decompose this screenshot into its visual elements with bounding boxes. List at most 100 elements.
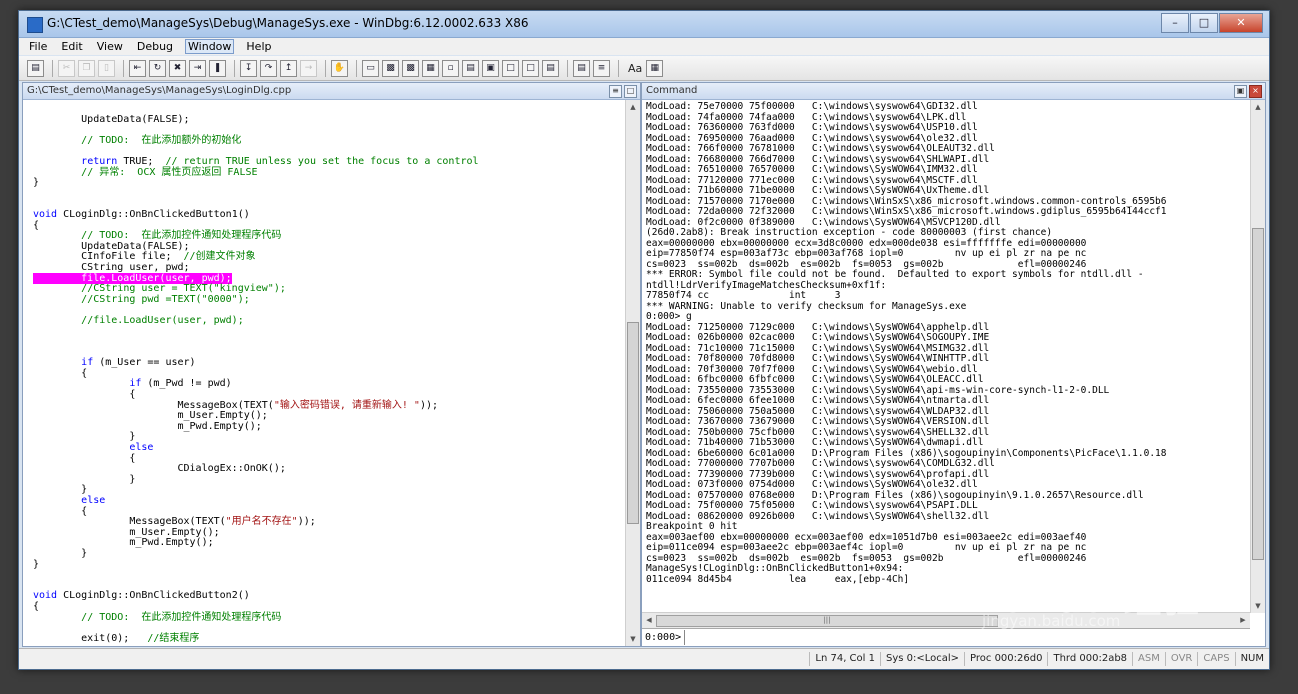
options-icon[interactable]: ▦ [646, 59, 664, 77]
source-mode-toggle-icon[interactable]: ▤ [573, 59, 590, 77]
step-into-icon[interactable]: ↧ [240, 59, 257, 77]
command-output-line: *** WARNING: Unable to verify checksum f… [646, 300, 967, 312]
minimize-button[interactable]: – [1161, 13, 1189, 33]
source-file-path: G:\CTest_demo\ManageSys\ManageSys\LoginD… [27, 85, 292, 96]
scroll-right-arrow-icon[interactable]: ▶ [1236, 613, 1250, 627]
command-output-line: 0:000> g [646, 311, 692, 322]
registers-window-icon[interactable]: ▦ [422, 59, 439, 77]
command-output-line: ModLoad: 77000000 7707b000 C:\windows\sy… [646, 458, 995, 469]
source-line: else [81, 494, 106, 506]
command-output-line: ModLoad: 766f0000 76781000 C:\windows\sy… [646, 143, 995, 154]
processes-threads-icon[interactable]: □ [522, 59, 539, 77]
scratch-pad-icon[interactable]: □ [502, 59, 519, 77]
scrollbar-thumb[interactable]: ||| [656, 615, 998, 627]
command-output-line: ModLoad: 6fbc0000 6fbfc000 C:\windows\Sy… [646, 374, 984, 385]
source-line [33, 337, 625, 348]
source-line: // TODO: 在此添加额外的初始化 [81, 134, 242, 146]
command-output-line: ModLoad: 71b60000 71be0000 C:\windows\Sy… [646, 185, 990, 196]
scroll-down-arrow-icon[interactable]: ▼ [1251, 599, 1265, 613]
scroll-down-arrow-icon[interactable]: ▼ [626, 632, 640, 646]
scroll-left-arrow-icon[interactable]: ◀ [642, 613, 656, 627]
menu-debug[interactable]: Debug [135, 40, 175, 53]
scroll-up-arrow-icon[interactable]: ▲ [626, 100, 640, 114]
status-cell: ASM [1132, 652, 1165, 666]
command-output-line: (26d0.2ab8): Break instruction exception… [646, 227, 1053, 238]
command-output-line: ModLoad: 70f80000 70fd8000 C:\windows\Sy… [646, 353, 990, 364]
title-bar[interactable]: G:\CTest_demo\ManageSys\Debug\ManageSys.… [19, 11, 1269, 38]
copy-icon[interactable]: ❐ [78, 59, 95, 77]
command-output-line: ModLoad: 72da0000 72f32000 C:\windows\Wi… [646, 206, 1167, 217]
command-output-line: 77850f74 cc int 3 [646, 290, 841, 301]
command-output-line: ModLoad: 75f00000 75f05000 C:\windows\sy… [646, 500, 978, 511]
windbg-app-icon [27, 17, 43, 33]
call-stack-window-icon[interactable]: ▤ [462, 59, 479, 77]
source-window: G:\CTest_demo\ManageSys\ManageSys\LoginD… [22, 82, 641, 647]
scrollbar-thumb[interactable] [1252, 228, 1264, 560]
menu-window[interactable]: Window [185, 39, 235, 54]
command-window-header: Command ▣ × [642, 83, 1265, 100]
source-line: } [33, 558, 40, 570]
command-output[interactable]: ModLoad: 75e70000 75f00000 C:\windows\sy… [642, 100, 1250, 612]
font-toggle-button[interactable]: Aa [628, 62, 642, 75]
source-line: } [33, 484, 88, 496]
command-output-line: ModLoad: 75e70000 75f00000 C:\windows\sy… [646, 101, 978, 112]
watch-window-icon[interactable]: ▩ [382, 59, 399, 77]
status-cell: Thrd 000:2ab8 [1047, 652, 1132, 666]
source-line: } [33, 473, 136, 485]
break-icon[interactable]: ❚ [209, 59, 226, 77]
menu-bar: File Edit View Debug Window Help [19, 38, 1269, 55]
command-input[interactable] [685, 631, 1250, 644]
source-window-menu-icon[interactable]: ≡ [609, 85, 622, 98]
step-out-icon[interactable]: ↥ [280, 59, 297, 77]
command-window-title: Command [646, 85, 698, 96]
step-over-icon[interactable]: ↷ [260, 59, 277, 77]
command-output-line: ModLoad: 073f0000 0754d000 C:\windows\Sy… [646, 479, 978, 490]
source-mode-icon[interactable]: ▤ [542, 59, 559, 77]
status-cell: CAPS [1197, 652, 1234, 666]
source-window-header: G:\CTest_demo\ManageSys\ManageSys\LoginD… [23, 83, 640, 100]
command-output-line: ModLoad: 76510000 76570000 C:\windows\Sy… [646, 164, 978, 175]
source-line: CString user, pwd; [33, 261, 190, 273]
menu-view[interactable]: View [95, 40, 125, 53]
source-vertical-scrollbar[interactable]: ▲ ▼ [625, 100, 640, 646]
detach-icon[interactable]: ⇥ [189, 59, 206, 77]
source-line: UpdateData(FALSE); [33, 113, 190, 125]
run-to-cursor-icon[interactable]: → [300, 59, 317, 77]
status-cell: Ln 74, Col 1 [809, 652, 880, 666]
source-line: void CLoginDlg::OnBnClickedButton2() [33, 590, 250, 602]
menu-file[interactable]: File [27, 40, 49, 53]
source-line: void CLoginDlg::OnBnClickedButton1() [33, 208, 250, 220]
window-title: G:\CTest_demo\ManageSys\Debug\ManageSys.… [47, 16, 529, 30]
command-output-line: ModLoad: 71b40000 71b53000 C:\windows\Sy… [646, 437, 984, 448]
source-line [33, 189, 625, 200]
binary-display-icon[interactable]: ≡ [593, 59, 610, 77]
paste-icon[interactable]: ▯ [98, 59, 115, 77]
command-window-dock-icon[interactable]: ▣ [1234, 85, 1247, 98]
command-window-icon[interactable]: ▭ [362, 59, 379, 77]
source-line [33, 326, 625, 337]
source-line: //file.LoadUser(user, pwd); [81, 314, 244, 326]
source-window-restore-icon[interactable]: □ [624, 85, 637, 98]
scroll-up-arrow-icon[interactable]: ▲ [1251, 100, 1265, 114]
scrollbar-thumb[interactable] [627, 322, 639, 524]
command-output-line: ModLoad: 6fec0000 6fee1000 C:\windows\Sy… [646, 395, 990, 406]
breakpoint-hand-icon[interactable]: ✋ [331, 59, 348, 77]
stop-debugging-icon[interactable]: ✖ [169, 59, 186, 77]
command-vertical-scrollbar[interactable]: ▲ ▼ [1250, 100, 1265, 613]
command-window-close-icon[interactable]: × [1249, 85, 1262, 98]
locals-window-icon[interactable]: ▩ [402, 59, 419, 77]
memory-window-icon[interactable]: ▫ [442, 59, 459, 77]
source-line [33, 570, 625, 581]
menu-help[interactable]: Help [244, 40, 273, 53]
menu-edit[interactable]: Edit [59, 40, 84, 53]
command-window: Command ▣ × ModLoad: 75e70000 75f00000 C… [641, 82, 1266, 647]
disassembly-window-icon[interactable]: ▣ [482, 59, 499, 77]
source-code-view[interactable]: UpdateData(FALSE); // TODO: 在此添加额外的初始化 r… [23, 100, 625, 646]
maximize-button[interactable]: □ [1190, 13, 1218, 33]
close-button[interactable]: ✕ [1219, 13, 1263, 33]
cut-icon[interactable]: ✂ [58, 59, 75, 77]
status-bar: Ln 74, Col 1 Sys 0:<Local> Proc 000:26d0 Th… [19, 648, 1269, 669]
restart-icon[interactable]: ↻ [149, 59, 166, 77]
go-icon[interactable]: ⇤ [129, 59, 146, 77]
open-folder-icon[interactable]: ▤ [27, 59, 44, 77]
